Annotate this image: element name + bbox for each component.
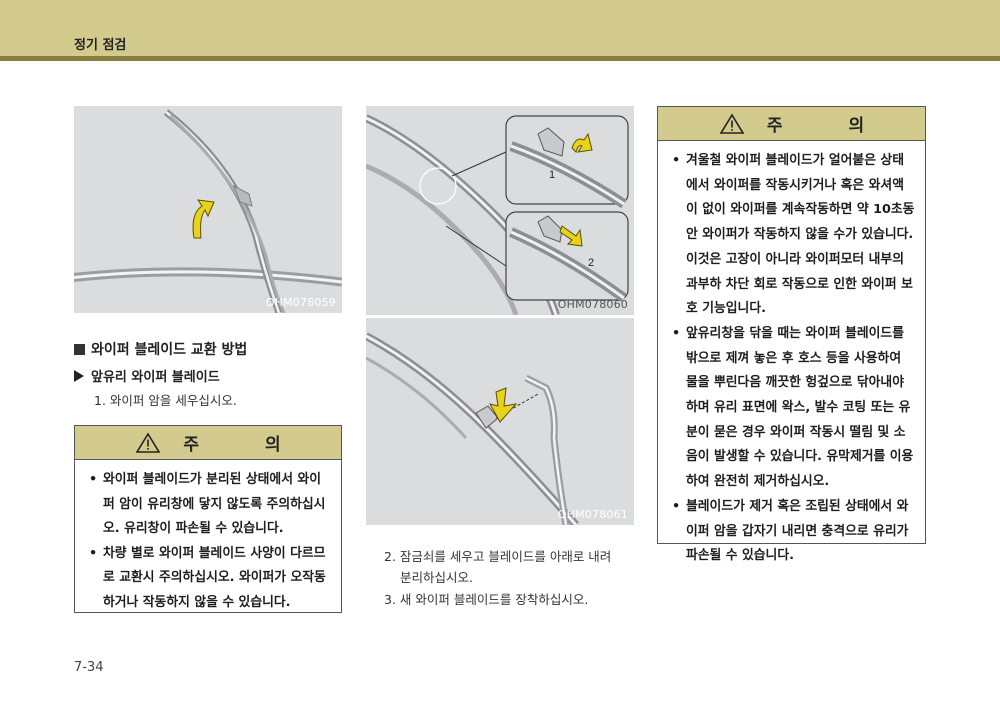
sub-heading-text: 앞유리 와이퍼 블레이드 [91,370,220,385]
caution-title: 주 의 [183,435,311,455]
figure-code: OHM078061 [557,508,628,521]
callout-1: 1 [549,169,555,181]
step-1: 1. 와이퍼 암을 세우십시오. [94,393,237,408]
figure-code: OHM078060 [557,298,628,311]
figure-blade-latch: 1 2 OHM078060 [366,106,634,315]
blade-removal-illustration [366,332,580,525]
caution-box-right: 주 의 겨울철 와이퍼 블레이드가 얼어붙은 상태에서 와이퍼를 작동시키거나 … [657,106,926,563]
caution-body: 와이퍼 블레이드가 분리된 상태에서 와이퍼 암이 유리창에 닿지 않도록 주의… [75,460,341,615]
step-3: 3. 새 와이퍼 블레이드를 장착하십시오. [384,592,589,607]
header-title: 정기 점검 [74,38,127,53]
blade-latch-illustration: 1 2 [366,114,629,315]
caution-item: 와이퍼 블레이드가 분리된 상태에서 와이퍼 암이 유리창에 닿지 않도록 주의… [89,468,331,542]
warning-triangle-icon [719,112,745,134]
header-rule [0,56,1000,61]
step-2-line-2: 분리하십시오. [400,570,473,585]
figure-blade-removal: OHM078061 [366,318,634,525]
section-heading-text: 와이퍼 블레이드 교환 방법 [91,342,248,358]
caution-header: 주 의 [75,426,341,460]
figure-code: OHM078059 [265,296,336,309]
caution-item: 차량 별로 와이퍼 블레이드 사양이 다르므로 교환시 주의하십시오. 와이퍼가… [89,542,331,616]
section-heading: 와이퍼 블레이드 교환 방법 [74,339,247,359]
caution-item: 겨울철 와이퍼 블레이드가 얼어붙은 상태에서 와이퍼를 작동시키거나 혹은 와… [672,149,915,322]
square-bullet-icon [74,344,85,355]
page-number: 7-34 [74,660,104,675]
triangle-bullet-icon [74,370,84,382]
caution-header: 주 의 [658,107,925,141]
caution-item: 블레이드가 제거 혹은 조립된 상태에서 와이퍼 암을 갑자기 내리면 충격으로… [672,495,915,569]
caution-body: 겨울철 와이퍼 블레이드가 얼어붙은 상태에서 와이퍼를 작동시키거나 혹은 와… [658,141,925,569]
step-2-line-1: 2. 잠금쇠를 세우고 블레이드를 아래로 내려 [384,549,612,564]
page-header: 정기 점검 [0,0,1000,56]
caution-item: 앞유리창을 닦을 때는 와이퍼 블레이드를 밖으로 제껴 놓은 후 호스 등을 … [672,322,915,495]
callout-2: 2 [588,257,594,269]
wiper-arm-illustration [74,109,342,313]
caution-title: 주 의 [766,116,895,136]
sub-heading: 앞유리 와이퍼 블레이드 [74,366,220,385]
warning-triangle-icon [135,431,161,453]
lift-arrow-icon [192,199,215,239]
figure-wiper-arm-lift: OHM078059 [74,106,342,313]
caution-box-left: 주 의 와이퍼 블레이드가 분리된 상태에서 와이퍼 암이 유리창에 닿지 않도… [74,425,342,613]
